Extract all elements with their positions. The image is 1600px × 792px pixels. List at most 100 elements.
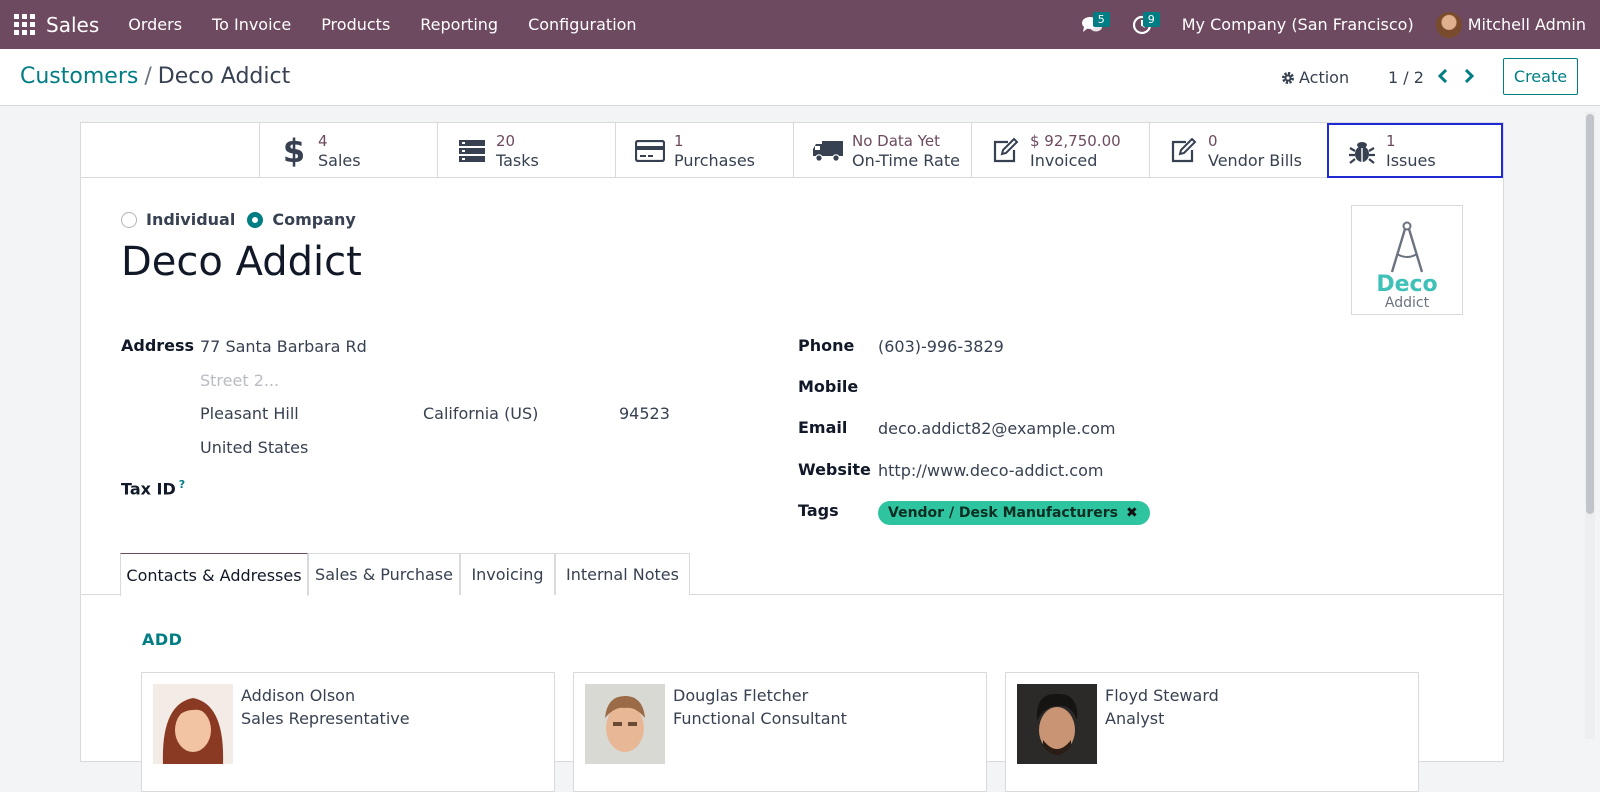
invoiced-amount: $ 92,750.00 <box>1030 131 1121 150</box>
breadcrumb-separator: / <box>144 64 152 89</box>
top-navbar: Sales Orders To Invoice Products Reporti… <box>0 0 1600 49</box>
contact-card[interactable]: Floyd Steward Analyst <box>1005 672 1419 792</box>
invoiced-smart-button[interactable]: $ 92,750.00 Invoiced <box>971 123 1149 178</box>
contact-function: Sales Representative <box>241 709 410 728</box>
pager-next-button[interactable] <box>1459 64 1479 88</box>
control-panel: Customers / Deco Addict Action 1 / 2 Creat… <box>0 49 1600 106</box>
messages-button[interactable]: 5 <box>1074 10 1110 40</box>
contact-photo <box>585 684 665 764</box>
tax-id-help-icon[interactable]: ? <box>179 478 185 491</box>
sales-label: Sales <box>318 150 361 170</box>
partner-name-field[interactable]: Deco Addict <box>121 239 362 285</box>
breadcrumb-current: Deco Addict <box>157 64 291 89</box>
logo-text-addict: Addict <box>1384 295 1430 311</box>
smart-buttons-bar: $ 4 Sales 20 Tasks 1 Purchases No Data Yet O… <box>81 123 1503 178</box>
pager-value[interactable]: 1 / 2 <box>1388 68 1424 87</box>
gear-icon <box>1282 71 1294 84</box>
company-switcher[interactable]: My Company (San Francisco) <box>1182 15 1414 34</box>
mobile-field[interactable] <box>878 377 1178 399</box>
city-field[interactable]: Pleasant Hill <box>200 404 299 423</box>
credit-card-icon <box>626 139 674 162</box>
user-avatar <box>1435 11 1462 38</box>
tags-label: Tags <box>798 501 839 520</box>
chevron-right-icon <box>1464 69 1474 83</box>
phone-label: Phone <box>798 336 855 355</box>
messages-count-badge: 5 <box>1092 11 1110 27</box>
country-field[interactable]: United States <box>200 438 308 457</box>
issues-count: 1 <box>1386 131 1396 150</box>
street2-field[interactable]: Street 2... <box>200 371 279 390</box>
company-radio[interactable] <box>247 211 264 228</box>
menu-products[interactable]: Products <box>321 15 390 34</box>
on-time-rate-value: No Data Yet <box>852 131 941 150</box>
apps-menu-icon[interactable] <box>12 13 36 37</box>
edit-icon <box>1160 137 1208 164</box>
vendor-bills-label: Vendor Bills <box>1208 150 1302 170</box>
company-radio-label[interactable]: Company <box>272 210 355 229</box>
pager-previous-button[interactable] <box>1433 64 1453 88</box>
street-field[interactable]: 77 Santa Barbara Rd <box>200 337 367 356</box>
address-label: Address <box>121 336 195 355</box>
contact-function: Functional Consultant <box>673 709 847 728</box>
tab-contacts-addresses[interactable]: Contacts & Addresses <box>120 553 308 596</box>
phone-field[interactable]: (603)-996-3829 <box>878 337 1004 356</box>
notebook-tabs: Contacts & Addresses Sales & Purchase In… <box>81 553 1503 596</box>
tab-sales-purchase[interactable]: Sales & Purchase <box>308 553 460 595</box>
website-field[interactable]: http://www.deco-addict.com <box>878 461 1103 480</box>
tasks-label: Tasks <box>496 150 539 170</box>
contact-card[interactable]: Douglas Fletcher Functional Consultant <box>573 672 987 792</box>
issues-label: Issues <box>1386 150 1436 170</box>
purchases-smart-button[interactable]: 1 Purchases <box>615 123 793 178</box>
tasks-smart-button[interactable]: 20 Tasks <box>437 123 615 178</box>
tab-invoicing[interactable]: Invoicing <box>460 553 555 595</box>
tax-id-label: Tax ID? <box>121 478 185 498</box>
tasks-count: 20 <box>496 131 516 150</box>
tax-id-label-text: Tax ID <box>121 479 176 499</box>
menu-orders[interactable]: Orders <box>128 15 182 34</box>
activities-button[interactable]: 9 <box>1124 10 1160 40</box>
company-type-radio-group: Individual Company <box>121 210 368 229</box>
individual-radio-label[interactable]: Individual <box>146 210 235 229</box>
page-scrollbar[interactable] <box>1585 112 1595 739</box>
action-label: Action <box>1299 68 1350 87</box>
issues-smart-button[interactable]: 1 Issues <box>1327 123 1503 178</box>
vendor-bills-smart-button[interactable]: 0 Vendor Bills <box>1149 123 1327 178</box>
edit-icon <box>982 137 1030 164</box>
truck-icon <box>804 139 852 163</box>
email-label: Email <box>798 418 848 437</box>
logo-text-deco: Deco <box>1376 272 1438 297</box>
email-field[interactable]: deco.addict82@example.com <box>878 419 1116 438</box>
partner-logo-image[interactable]: Deco Addict <box>1351 205 1463 315</box>
svg-text:$: $ <box>283 135 305 167</box>
menu-to-invoice[interactable]: To Invoice <box>212 15 291 34</box>
breadcrumb-customers-link[interactable]: Customers <box>20 64 138 89</box>
chevron-left-icon <box>1438 69 1448 83</box>
add-contact-button[interactable]: ADD <box>142 630 182 649</box>
zip-field[interactable]: 94523 <box>619 404 670 423</box>
purchases-label: Purchases <box>674 150 755 170</box>
scrollbar-thumb[interactable] <box>1586 114 1594 514</box>
contact-name: Addison Olson <box>241 686 356 705</box>
contact-function: Analyst <box>1105 709 1165 728</box>
sales-smart-button[interactable]: $ 4 Sales <box>259 123 437 178</box>
menu-reporting[interactable]: Reporting <box>420 15 498 34</box>
individual-radio[interactable] <box>121 211 137 228</box>
contact-card[interactable]: Addison Olson Sales Representative <box>141 672 555 792</box>
mobile-label: Mobile <box>798 377 859 396</box>
vendor-bills-count: 0 <box>1208 131 1218 150</box>
on-time-rate-smart-button[interactable]: No Data Yet On-Time Rate <box>793 123 971 178</box>
compass-logo-icon <box>1390 221 1424 273</box>
action-button[interactable]: Action <box>1281 68 1349 87</box>
contact-name: Douglas Fletcher <box>673 686 809 705</box>
state-field[interactable]: California (US) <box>423 404 538 423</box>
menu-configuration[interactable]: Configuration <box>528 15 637 34</box>
app-name[interactable]: Sales <box>46 13 99 37</box>
tab-internal-notes[interactable]: Internal Notes <box>555 553 690 595</box>
purchases-count: 1 <box>674 131 684 150</box>
breadcrumb: Customers / Deco Addict <box>20 64 290 89</box>
tag-remove-icon[interactable]: ✖ <box>1126 505 1138 521</box>
tag-badge: Vendor / Desk Manufacturers ✖ <box>878 501 1150 525</box>
dollar-icon: $ <box>270 135 318 167</box>
create-button[interactable]: Create <box>1503 58 1578 95</box>
user-menu[interactable]: Mitchell Admin <box>1435 11 1586 38</box>
